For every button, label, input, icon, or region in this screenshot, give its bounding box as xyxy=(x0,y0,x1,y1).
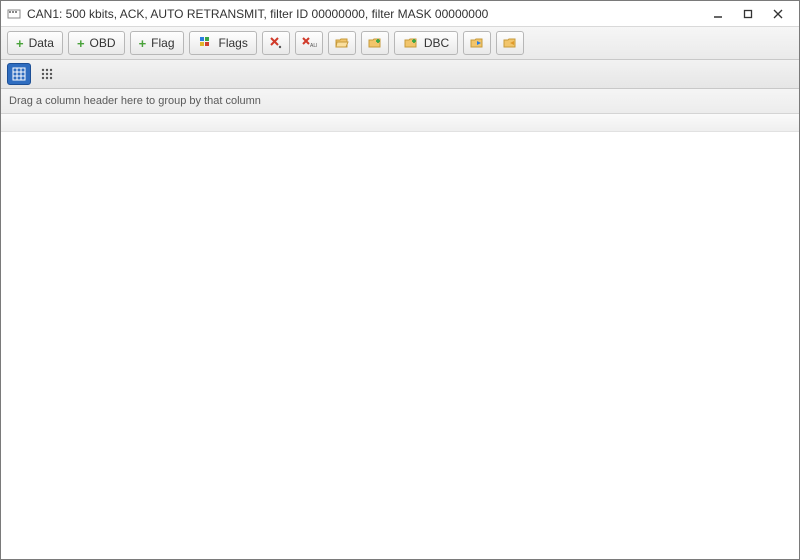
grid-column-headers[interactable] xyxy=(1,114,799,132)
grid-body xyxy=(1,132,799,559)
flags-icon xyxy=(198,35,214,51)
add-data-label: Data xyxy=(29,36,54,50)
folder-open-icon xyxy=(334,35,350,51)
add-flag-label: Flag xyxy=(151,36,174,50)
flags-label: Flags xyxy=(219,36,248,50)
import-button[interactable] xyxy=(463,31,491,55)
app-icon xyxy=(7,7,21,21)
window-title: CAN1: 500 kbits, ACK, AUTO RETRANSMIT, f… xyxy=(27,7,703,21)
add-obd-label: OBD xyxy=(90,36,116,50)
add-obd-button[interactable]: + OBD xyxy=(68,31,125,55)
new-folder-button[interactable] xyxy=(361,31,389,55)
plus-icon: + xyxy=(16,37,24,50)
add-flag-button[interactable]: + Flag xyxy=(130,31,184,55)
folder-dbc-icon xyxy=(403,35,419,51)
window-controls xyxy=(703,4,793,24)
dots-grid-icon xyxy=(40,67,54,81)
delete-all-icon: ALL xyxy=(301,35,317,51)
view-calendar-button[interactable] xyxy=(7,63,31,85)
delete-all-button[interactable]: ALL xyxy=(295,31,323,55)
close-button[interactable] xyxy=(763,4,793,24)
dbc-label: DBC xyxy=(424,36,449,50)
open-folder-button[interactable] xyxy=(328,31,356,55)
titlebar: CAN1: 500 kbits, ACK, AUTO RETRANSMIT, f… xyxy=(1,1,799,27)
minimize-button[interactable] xyxy=(703,4,733,24)
main-toolbar: + Data + OBD + Flag Flags ALL xyxy=(1,27,799,60)
flags-button[interactable]: Flags xyxy=(189,31,257,55)
add-data-button[interactable]: + Data xyxy=(7,31,63,55)
svg-text:ALL: ALL xyxy=(310,43,317,49)
plus-icon: + xyxy=(77,37,85,50)
view-grid-button[interactable] xyxy=(35,63,59,85)
dbc-folder-button[interactable]: DBC xyxy=(394,31,458,55)
app-window: CAN1: 500 kbits, ACK, AUTO RETRANSMIT, f… xyxy=(0,0,800,560)
group-by-hint[interactable]: Drag a column header here to group by th… xyxy=(1,89,799,114)
export-button[interactable] xyxy=(496,31,524,55)
maximize-button[interactable] xyxy=(733,4,763,24)
view-toolbar xyxy=(1,60,799,89)
folder-arrow-out-icon xyxy=(502,35,518,51)
delete-button[interactable] xyxy=(262,31,290,55)
folder-plus-icon xyxy=(367,35,383,51)
calendar-grid-icon xyxy=(12,67,26,81)
plus-icon: + xyxy=(139,37,147,50)
delete-x-icon xyxy=(268,35,284,51)
folder-arrow-in-icon xyxy=(469,35,485,51)
